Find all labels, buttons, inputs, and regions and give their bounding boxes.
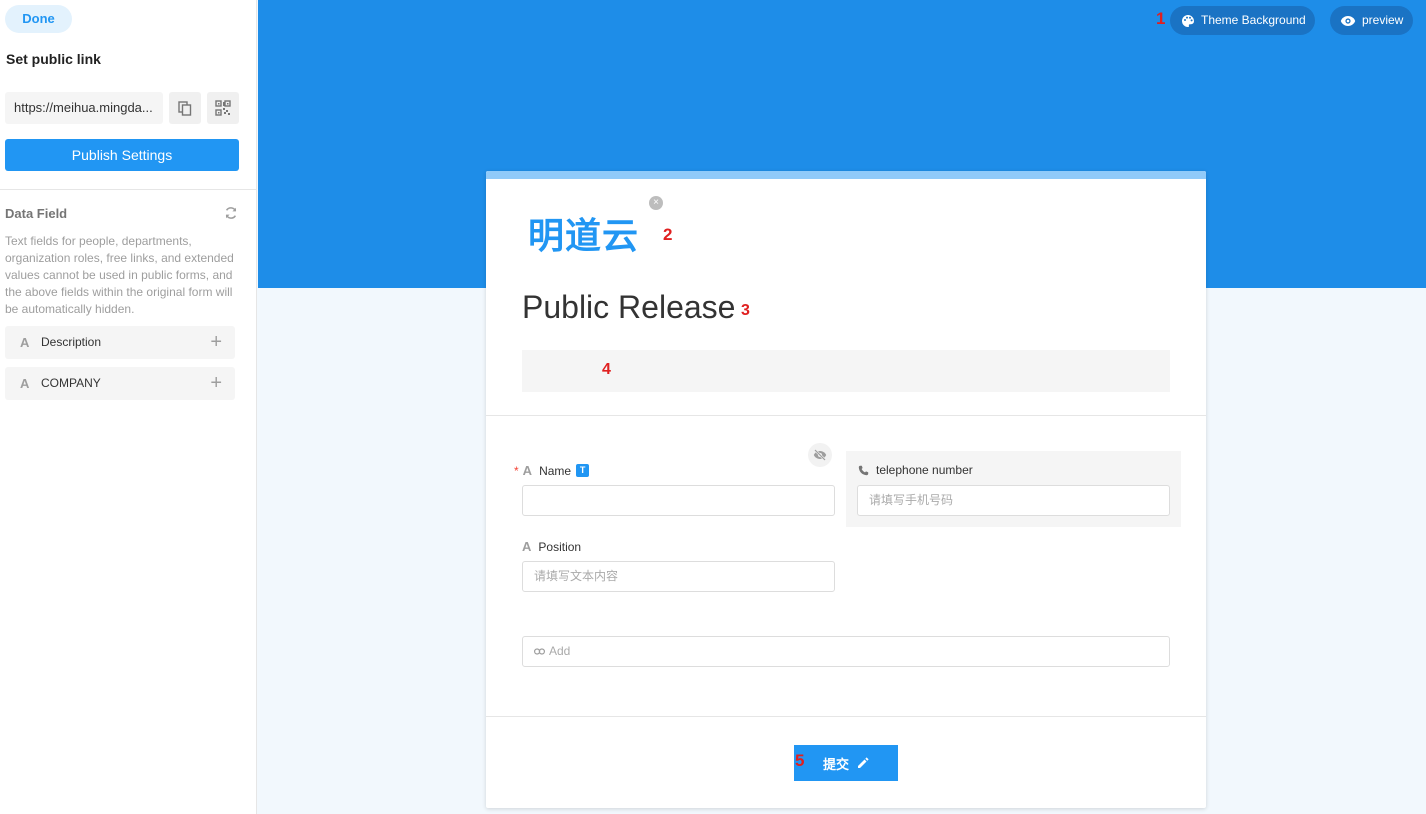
position-label: Position [538,539,582,554]
card-top-bar [486,171,1206,179]
add-label: Add [549,644,571,658]
field-item-label: Description [41,335,102,349]
copy-icon [178,100,192,116]
text-field-icon: A [522,463,533,478]
done-button[interactable]: Done [5,5,72,33]
field-item-description[interactable]: A Description + [5,326,235,359]
plus-icon[interactable]: + [210,326,222,358]
annotation-marker-1: 1 [1156,9,1166,28]
form-description-box[interactable] [522,350,1170,392]
add-field-input[interactable]: Add [522,636,1170,667]
phone-icon [858,465,869,475]
text-field-icon: A [20,335,30,350]
link-icon [534,648,545,655]
preview-button[interactable]: preview [1330,6,1413,35]
annotation-marker-2: 2 [663,225,673,244]
position-input[interactable]: 请填写文本内容 [522,561,835,592]
required-mark: * [514,463,519,478]
telephone-label: telephone number [876,463,973,477]
eye-icon [1340,15,1356,26]
annotation-marker-4: 4 [602,361,611,378]
public-link-field[interactable]: https://meihua.mingda... [5,92,163,124]
theme-background-button[interactable]: Theme Background [1170,6,1315,35]
eye-off-icon [813,449,827,461]
data-field-description: Text fields for people, departments, org… [5,234,234,316]
submit-label: 提交 [822,756,849,772]
form-title[interactable]: Public Release [522,289,735,326]
pencil-icon[interactable] [857,757,869,769]
hide-field-button[interactable] [808,443,832,467]
plus-icon[interactable]: + [210,367,222,399]
section-title: Set public link [6,51,101,67]
qr-code-icon [215,100,231,116]
form-card: 明道云 × 2 Public Release 3 4 * A Name T te… [486,171,1206,808]
remove-logo-icon[interactable]: × [649,196,663,210]
text-field-icon: A [20,376,30,391]
divider [0,189,257,190]
publish-settings-button[interactable]: Publish Settings [5,139,239,171]
data-field-title: Data Field [5,206,68,221]
preview-label: preview [1362,13,1404,27]
name-label: Name [539,463,572,478]
divider [486,415,1206,416]
name-input[interactable] [522,485,835,516]
title-field-badge: T [576,464,590,477]
annotation-marker-5: 5 [795,751,805,770]
qr-code-button[interactable] [207,92,239,124]
annotation-marker-3: 3 [741,302,750,319]
sidebar: Done Set public link https://meihua.ming… [0,0,257,814]
field-item-label: COMPANY [41,376,101,390]
field-item-company[interactable]: A COMPANY + [5,367,235,400]
copy-link-button[interactable] [169,92,201,124]
submit-button[interactable]: 提交 [794,745,898,781]
text-field-icon: A [522,539,532,554]
palette-icon [1182,14,1194,27]
divider [486,716,1206,717]
form-logo[interactable]: 明道云 [528,207,639,259]
position-field-label: A Position [522,539,581,554]
refresh-icon[interactable] [224,206,238,220]
theme-background-label: Theme Background [1201,13,1306,27]
telephone-field-label: telephone number [858,463,973,477]
name-field-label: * A Name T [514,463,590,478]
telephone-input[interactable]: 请填写手机号码 [857,485,1170,516]
